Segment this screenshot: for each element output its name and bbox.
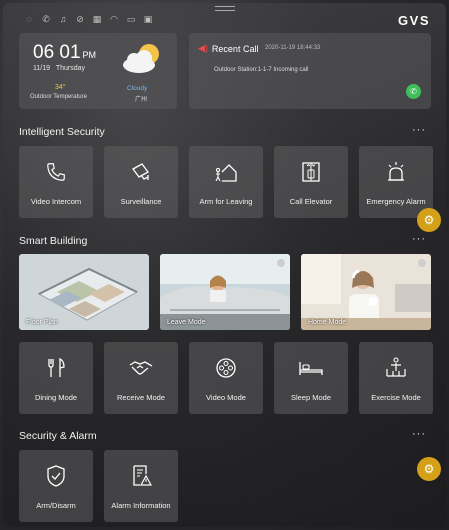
- home-leave-icon: [215, 164, 237, 182]
- section-title-security-alarm: Security & Alarm: [19, 430, 97, 442]
- scene-floor-plan[interactable]: Floor Plan: [19, 254, 149, 330]
- cloudy-weather-icon: [123, 44, 159, 73]
- shield-check-icon: [47, 465, 65, 487]
- tile-alarm-information[interactable]: Alarm Information: [104, 450, 178, 522]
- gear-icon: ⚙: [423, 213, 435, 227]
- temperature-value: 34°: [55, 84, 66, 91]
- bell-icon: ♫: [59, 14, 67, 24]
- weather-condition: Cloudy: [127, 85, 148, 92]
- tile-arm-for-leaving[interactable]: Arm for Leaving: [189, 146, 263, 218]
- speaker-icon: ◀): [198, 43, 208, 53]
- phone-icon: ✆: [410, 87, 417, 96]
- phone-icon: ✆: [42, 14, 50, 24]
- tile-label: Surveillance: [120, 197, 162, 206]
- section-title-smart-building: Smart Building: [19, 235, 88, 247]
- recent-call-title: ◀) Recent Call: [198, 43, 259, 54]
- scene-leave-mode[interactable]: Leave Mode: [160, 254, 290, 330]
- tile-label: Call Elevator: [289, 197, 333, 206]
- camera-icon: [132, 163, 149, 180]
- section-title-intelligent-security: Intelligent Security: [19, 126, 105, 138]
- tile-label: Emergency Alarm: [366, 197, 426, 206]
- recent-call-card[interactable]: ◀) Recent Call 2020-11-19 18:44:33 Outdo…: [189, 33, 431, 109]
- grid-icon: ▦: [92, 14, 102, 24]
- alarm-more-button[interactable]: ···: [412, 428, 426, 440]
- chat-icon: ◌: [26, 14, 32, 24]
- scene-indicator-dot: [418, 259, 426, 267]
- tile-label: Sleep Mode: [290, 393, 332, 402]
- tile-call-elevator[interactable]: Call Elevator: [274, 146, 348, 218]
- building-more-button[interactable]: ···: [412, 233, 426, 245]
- recent-call-time: 2020-11-19 18:44:33: [265, 45, 321, 51]
- tile-dining-mode[interactable]: Dining Mode: [19, 342, 93, 414]
- settings-gear-button-2[interactable]: ⚙: [417, 457, 441, 481]
- bed-icon: [299, 362, 323, 375]
- siren-icon: [388, 162, 404, 181]
- call-back-button[interactable]: ✆: [406, 84, 421, 99]
- tile-label: Arm/Disarm: [36, 501, 76, 510]
- pull-down-handle[interactable]: [215, 6, 235, 11]
- tile-emergency-alarm[interactable]: Emergency Alarm: [359, 146, 433, 218]
- wifi-icon: ◠: [110, 14, 118, 24]
- brand-logo: GVS: [398, 13, 430, 28]
- status-icons: ◌ ✆ ♫ ⊘ ▦ ◠ ▭ ▣: [23, 14, 154, 25]
- tile-label: Video Intercom: [30, 197, 82, 206]
- tile-receive-mode[interactable]: Receive Mode: [104, 342, 178, 414]
- alarm-document-icon: [133, 465, 152, 486]
- scene-label: Floor Plan: [26, 319, 58, 326]
- mute-icon: ⊘: [76, 14, 84, 24]
- phone-icon: [47, 163, 65, 181]
- screen-icon: ▣: [143, 14, 153, 24]
- tile-arm-disarm[interactable]: Arm/Disarm: [19, 450, 93, 522]
- clock-weather-card[interactable]: 06 01 PM 11/19 Thursday 34° Outdoor Tempe…: [19, 33, 177, 109]
- clock-time: 06 01 PM: [33, 42, 97, 63]
- tile-label: Arm for Leaving: [199, 197, 253, 206]
- security-more-button[interactable]: ···: [412, 124, 426, 136]
- scene-indicator-dot: [277, 259, 285, 267]
- tile-exercise-mode[interactable]: Exercise Mode: [359, 342, 433, 414]
- status-bar: ◌ ✆ ♫ ⊘ ▦ ◠ ▭ ▣ GVS: [3, 3, 446, 33]
- elevator-icon: [302, 162, 320, 182]
- message-icon: ▭: [126, 14, 136, 24]
- tile-label: Dining Mode: [34, 393, 78, 402]
- film-reel-icon: [216, 358, 236, 378]
- tile-video-mode[interactable]: Video Mode: [189, 342, 263, 414]
- tile-video-intercom[interactable]: Video Intercom: [19, 146, 93, 218]
- recent-call-detail: Outdoor Station:1-1-7 Incoming call: [214, 67, 309, 73]
- tile-surveillance[interactable]: Surveillance: [104, 146, 178, 218]
- tile-label: Receive Mode: [117, 393, 165, 402]
- scene-home-mode[interactable]: Home Mode: [301, 254, 431, 330]
- weather-city: 广州: [135, 97, 148, 103]
- temperature-label: Outdoor Temperature: [30, 94, 87, 100]
- clock-date: 11/19 Thursday: [33, 65, 86, 72]
- tile-label: Video Mode: [206, 393, 246, 402]
- tile-label: Alarm Information: [111, 501, 171, 510]
- scene-label: Home Mode: [308, 319, 347, 326]
- tile-label: Exercise Mode: [371, 393, 421, 402]
- screen: ◌ ✆ ♫ ⊘ ▦ ◠ ▭ ▣ GVS 06 01 PM 11/19 Thursd…: [3, 3, 446, 527]
- scene-label: Leave Mode: [167, 319, 206, 326]
- tile-sleep-mode[interactable]: Sleep Mode: [274, 342, 348, 414]
- fork-knife-icon: [48, 357, 65, 377]
- gear-icon: ⚙: [423, 462, 435, 476]
- settings-gear-button[interactable]: ⚙: [417, 208, 441, 232]
- exercise-icon: [386, 357, 406, 377]
- handshake-icon: [129, 361, 153, 375]
